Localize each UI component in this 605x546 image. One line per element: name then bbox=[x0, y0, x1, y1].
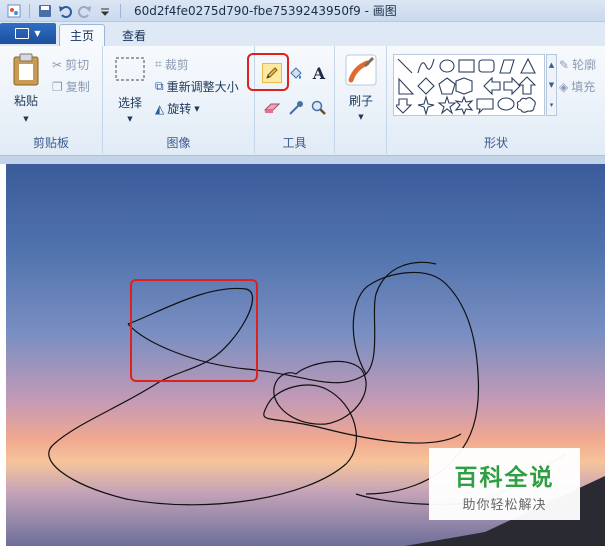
magnifier-icon bbox=[311, 100, 326, 115]
ribbon: 粘贴 ▼ ✂ 剪切 ❐ 复制 剪贴板 选择 ▼ ⌗ 裁剪 ⧉ 重新调整大小 ◭ … bbox=[0, 46, 605, 156]
window-title: 60d2f4fe0275d790-fbe7539243950f9 - 画图 bbox=[134, 4, 397, 18]
title-bar: 60d2f4fe0275d790-fbe7539243950f9 - 画图 bbox=[0, 0, 605, 22]
tab-home[interactable]: 主页 bbox=[59, 24, 106, 46]
chevron-down-icon: ▼ bbox=[127, 115, 133, 123]
text-tool-button[interactable]: A bbox=[309, 63, 329, 83]
watermark-subtitle: 助你轻松解决 bbox=[462, 498, 547, 513]
chevron-down-icon: ▼ bbox=[34, 29, 41, 38]
separator bbox=[29, 3, 30, 18]
crop-button[interactable]: ⌗ 裁剪 bbox=[155, 56, 189, 73]
shapes-group-label: 形状 bbox=[483, 136, 508, 150]
canvas-highlight-box bbox=[130, 279, 258, 382]
crop-icon: ⌗ bbox=[155, 57, 162, 71]
paste-icon bbox=[13, 53, 39, 86]
fill-label: 填充 bbox=[571, 80, 596, 94]
paint-bucket-icon bbox=[290, 67, 302, 79]
fill-tool-button[interactable] bbox=[286, 63, 306, 83]
canvas-background bbox=[0, 156, 605, 164]
chevron-down-icon: ▼ bbox=[358, 113, 364, 121]
shapes-gallery bbox=[393, 54, 545, 116]
fill-bucket-icon: ◈ bbox=[559, 79, 569, 94]
save-icon[interactable] bbox=[37, 3, 53, 19]
scissors-icon: ✂ bbox=[52, 57, 63, 72]
eyedropper-icon bbox=[289, 101, 303, 115]
image-group-label: 图像 bbox=[166, 136, 191, 150]
cut-button[interactable]: ✂ 剪切 bbox=[52, 56, 89, 73]
eraser-tool-button[interactable] bbox=[262, 98, 282, 118]
chevron-down-icon: ▼ bbox=[194, 104, 200, 113]
paint-app-icon[interactable] bbox=[6, 3, 22, 19]
clipboard-group-label: 剪贴板 bbox=[32, 136, 69, 150]
pencil-highlight-box bbox=[247, 53, 289, 91]
shapes-group: ▲ ▼ ▾ ✎ 轮廓 ◈ 填充 形状 bbox=[387, 46, 605, 154]
crop-label: 裁剪 bbox=[164, 58, 189, 72]
rotate-label: 旋转 bbox=[167, 102, 192, 116]
outline-brush-icon: ✎ bbox=[559, 57, 570, 72]
brushes-group: 刷子 ▼ bbox=[335, 46, 387, 154]
brushes-label: 刷子 bbox=[348, 94, 373, 108]
watermark-title: 百科全说 bbox=[454, 465, 555, 491]
paste-button[interactable]: 粘贴 ▼ bbox=[8, 52, 44, 123]
redo-icon[interactable] bbox=[77, 3, 93, 19]
shapes-gallery-scrollbar[interactable]: ▲ ▼ ▾ bbox=[546, 54, 557, 116]
scroll-up-icon[interactable]: ▲ bbox=[549, 61, 554, 69]
text-a-icon: A bbox=[312, 63, 326, 83]
fill-button[interactable]: ◈ 填充 bbox=[559, 78, 595, 95]
select-button[interactable]: 选择 ▼ bbox=[111, 56, 149, 123]
brush-icon bbox=[345, 54, 377, 86]
eraser-icon bbox=[264, 103, 280, 113]
copy-label: 复制 bbox=[65, 80, 90, 94]
menu-document-icon bbox=[15, 28, 30, 39]
scroll-down-icon[interactable]: ▼ bbox=[549, 81, 554, 89]
resize-icon: ⧉ bbox=[155, 79, 164, 93]
watermark-panel: 百科全说 助你轻松解决 bbox=[429, 448, 580, 520]
separator bbox=[120, 3, 121, 18]
tools-group-label: 工具 bbox=[282, 136, 307, 150]
magnifier-tool-button[interactable] bbox=[309, 98, 329, 118]
paste-label: 粘贴 bbox=[13, 94, 38, 108]
brushes-button[interactable]: 刷子 ▼ bbox=[343, 54, 379, 121]
customize-toolbar-icon[interactable] bbox=[97, 3, 113, 19]
cut-label: 剪切 bbox=[65, 58, 90, 72]
shapes-gallery-icons bbox=[396, 57, 536, 115]
outline-label: 轮廓 bbox=[572, 58, 597, 72]
outline-button[interactable]: ✎ 轮廓 bbox=[559, 56, 596, 73]
undo-icon[interactable] bbox=[57, 3, 73, 19]
ribbon-tab-row: ▼ 主页 查看 bbox=[0, 22, 605, 46]
clipboard-group: 粘贴 ▼ ✂ 剪切 ❐ 复制 剪贴板 bbox=[0, 46, 103, 154]
gallery-expand-icon[interactable]: ▾ bbox=[550, 101, 554, 109]
rotate-button[interactable]: ◭ 旋转 ▼ bbox=[155, 100, 200, 117]
color-picker-tool-button[interactable] bbox=[286, 98, 306, 118]
resize-label: 重新调整大小 bbox=[166, 80, 239, 94]
tab-view[interactable]: 查看 bbox=[112, 24, 156, 46]
copy-button[interactable]: ❐ 复制 bbox=[52, 78, 90, 95]
image-group: 选择 ▼ ⌗ 裁剪 ⧉ 重新调整大小 ◭ 旋转 ▼ 图像 bbox=[103, 46, 255, 154]
rotate-icon: ◭ bbox=[155, 101, 165, 116]
resize-button[interactable]: ⧉ 重新调整大小 bbox=[155, 78, 239, 95]
paint-menu-button[interactable]: ▼ bbox=[0, 23, 56, 44]
copy-icon: ❐ bbox=[52, 79, 63, 94]
select-label: 选择 bbox=[117, 96, 142, 110]
chevron-down-icon: ▼ bbox=[23, 115, 29, 123]
quick-access-toolbar bbox=[0, 3, 124, 19]
select-rectangle-icon bbox=[115, 57, 145, 81]
